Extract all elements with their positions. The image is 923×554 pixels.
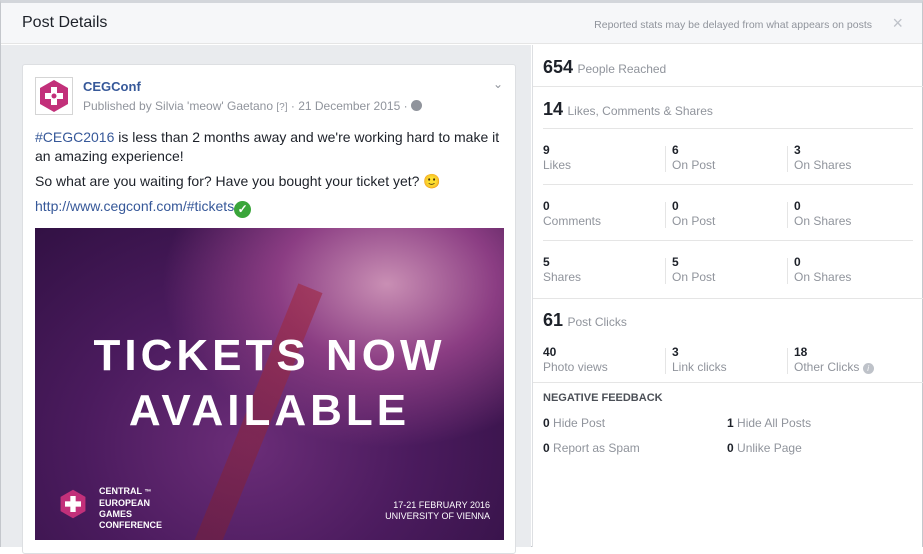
stat-cell: 40 Photo views bbox=[543, 345, 608, 374]
ticket-link[interactable]: http://www.cegconf.com/#tickets bbox=[35, 198, 234, 214]
event-venue: UNIVERSITY OF VIENNA bbox=[385, 511, 490, 521]
page-avatar[interactable] bbox=[35, 77, 73, 115]
post-text-1: #CEGC2016 is less than 2 months away and… bbox=[35, 128, 505, 166]
reach-value: 654 bbox=[543, 57, 574, 77]
post-text-2: So what are you waiting for? Have you bo… bbox=[35, 173, 441, 189]
post-link-row: http://www.cegconf.com/#tickets ✓ bbox=[35, 197, 252, 218]
globe-icon bbox=[410, 100, 422, 111]
clicks-value: 61 bbox=[543, 310, 564, 330]
post-preview-panel: CEGConf Published by Silvia 'meow' Gaeta… bbox=[1, 45, 531, 554]
stat-cell: 5 Shares bbox=[543, 255, 582, 284]
divider bbox=[665, 146, 666, 172]
delay-notice: Reported stats may be delayed from what … bbox=[594, 19, 872, 31]
dialog-title: Post Details bbox=[22, 14, 108, 31]
published-by: Published by Silvia 'meow' Gaetano bbox=[83, 99, 274, 113]
banner-dates: 17-21 FEBRUARY 2016 UNIVERSITY OF VIENNA bbox=[385, 500, 490, 522]
help-mark[interactable]: [?] bbox=[276, 102, 287, 113]
banner-headline-1: TICKETS NOW bbox=[93, 331, 446, 380]
likes-row: 9 Likes 6 On Post 3 On Shares bbox=[543, 143, 913, 199]
engagement-label: Likes, Comments & Shares bbox=[567, 104, 713, 118]
divider bbox=[665, 348, 666, 374]
meta-separator: · bbox=[290, 99, 295, 113]
banner-org-name: CENTRAL ™ EUROPEAN GAMES CONFERENCE bbox=[99, 486, 179, 531]
stat-cell: 6 On Post bbox=[672, 143, 716, 172]
stat-cell: 9 Likes bbox=[543, 143, 572, 172]
stats-panel: 654 People Reached 14 Likes, Comments & … bbox=[532, 45, 923, 547]
ceg-logo-icon bbox=[60, 489, 86, 519]
dialog-header: Post Details Reported stats may be delay… bbox=[1, 3, 922, 44]
stat-cell: 0 Comments bbox=[543, 199, 602, 228]
close-icon[interactable]: × bbox=[892, 13, 903, 34]
post-card: CEGConf Published by Silvia 'meow' Gaeta… bbox=[22, 64, 516, 554]
stat-cell: 0 On Post bbox=[672, 199, 716, 228]
post-date[interactable]: 21 December 2015 bbox=[298, 99, 400, 113]
org-line-1: CENTRAL ™ bbox=[99, 486, 152, 496]
divider bbox=[665, 258, 666, 284]
stat-cell: 3 On Shares bbox=[794, 143, 852, 172]
org-line-2: EUROPEAN bbox=[99, 498, 151, 508]
report-spam-stat: 0 Report as Spam bbox=[543, 441, 640, 455]
banner-headline-2: AVAILABLE bbox=[128, 386, 411, 435]
comments-row: 0 Comments 0 On Post 0 On Shares bbox=[543, 199, 913, 255]
divider bbox=[787, 202, 788, 228]
meta-separator-2: · bbox=[403, 99, 408, 113]
stat-cell: 5 On Post bbox=[672, 255, 716, 284]
divider bbox=[543, 184, 913, 185]
negative-feedback-title: NEGATIVE FEEDBACK bbox=[543, 392, 663, 404]
org-line-3: GAMES bbox=[99, 509, 133, 519]
hide-all-posts-stat: 1 Hide All Posts bbox=[727, 416, 812, 430]
stat-cell: 18 Other Clicks i bbox=[794, 345, 874, 385]
org-line-4: CONFERENCE bbox=[99, 520, 163, 530]
event-dates: 17-21 FEBRUARY 2016 bbox=[393, 500, 490, 510]
reach-label: People Reached bbox=[577, 62, 667, 76]
reach-section: 654 People Reached bbox=[533, 45, 923, 87]
hashtag-link[interactable]: #CEGC2016 bbox=[35, 129, 114, 145]
trademark: ™ bbox=[144, 489, 152, 496]
check-icon: ✓ bbox=[234, 201, 252, 218]
stat-cell: 3 Link clicks bbox=[672, 345, 727, 374]
divider bbox=[787, 348, 788, 374]
clicks-section: 61 Post Clicks 40 Photo views 3 Link click… bbox=[533, 299, 923, 383]
divider bbox=[543, 240, 913, 241]
unlike-page-stat: 0 Unlike Page bbox=[727, 441, 802, 455]
tickets-banner-image[interactable]: TICKETS NOW AVAILABLE CENTRAL ™ EUROPEAN… bbox=[35, 228, 504, 540]
post-details-dialog: Post Details Reported stats may be delay… bbox=[0, 0, 923, 554]
hide-post-stat: 0 Hide Post bbox=[543, 416, 606, 430]
info-icon[interactable]: i bbox=[862, 363, 874, 374]
engagement-value: 14 bbox=[543, 99, 564, 119]
page-name-link[interactable]: CEGConf bbox=[83, 79, 141, 94]
stat-cell: 0 On Shares bbox=[794, 199, 852, 228]
stat-cell: 0 On Shares bbox=[794, 255, 852, 284]
divider bbox=[787, 146, 788, 172]
clicks-label: Post Clicks bbox=[567, 315, 627, 329]
engagement-section: 14 Likes, Comments & Shares 9 Likes 6 On P… bbox=[533, 87, 923, 299]
divider bbox=[543, 128, 913, 129]
post-meta: Published by Silvia 'meow' Gaetano [?] ·… bbox=[83, 99, 422, 113]
divider bbox=[787, 258, 788, 284]
chevron-down-icon[interactable]: ⌄ bbox=[493, 77, 503, 91]
divider bbox=[665, 202, 666, 228]
